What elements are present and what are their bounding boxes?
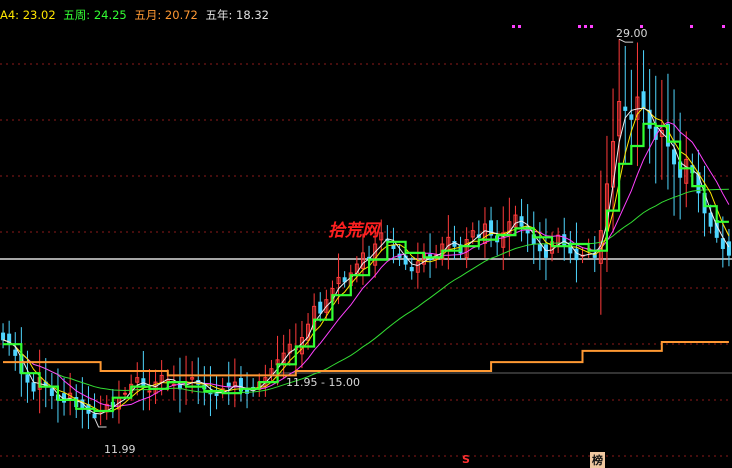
candle-body xyxy=(726,241,731,256)
monthly-step-line xyxy=(3,341,729,377)
signal-dot xyxy=(512,25,515,28)
legend-month: 五月: 20.72 xyxy=(134,8,198,22)
candle-body xyxy=(672,149,677,165)
legend-year: 五年: 18.32 xyxy=(205,8,269,22)
candle-body xyxy=(1,332,6,341)
low-label: 11.99 xyxy=(104,443,136,456)
ma-legend: A4: 23.02 五周: 24.25 五月: 20.72 五年: 18.32 xyxy=(0,7,273,23)
candle-body xyxy=(391,244,396,249)
signal-dot xyxy=(590,25,593,28)
candle-body xyxy=(25,374,30,383)
signal-dot xyxy=(578,25,581,28)
candle-body xyxy=(623,106,628,111)
legend-week: 五周: 24.25 xyxy=(63,8,127,22)
candle-body xyxy=(49,388,54,396)
candle-body xyxy=(708,212,713,227)
candle-body xyxy=(318,301,323,314)
signal-dot xyxy=(690,25,693,28)
legend-a4: A4: 23.02 xyxy=(0,8,56,22)
candle-body xyxy=(537,244,542,252)
weekly-step-line xyxy=(3,122,729,413)
range-label: 11.95 - 15.00 xyxy=(286,376,360,389)
candle-body xyxy=(641,91,646,109)
ma-3-line xyxy=(2,107,730,415)
moving-averages xyxy=(2,106,730,415)
candle-body xyxy=(720,238,725,249)
grid-lines xyxy=(0,63,732,457)
candle-body xyxy=(92,413,97,419)
step-lines xyxy=(3,122,729,413)
candle-body xyxy=(123,392,128,395)
candle-body xyxy=(31,382,36,392)
bang-marker[interactable]: 榜 xyxy=(590,452,605,468)
s-marker[interactable]: S xyxy=(462,453,470,466)
candle-body xyxy=(409,267,414,272)
signal-dot xyxy=(518,25,521,28)
watermark-text: 拾荒网 xyxy=(328,221,379,241)
candle-body xyxy=(226,382,231,388)
candle-body xyxy=(147,390,152,393)
candle-body xyxy=(629,114,634,120)
signal-dot xyxy=(584,25,587,28)
signal-dot xyxy=(722,25,725,28)
high-label: 29.00 xyxy=(616,27,648,40)
candle-body xyxy=(13,349,18,356)
